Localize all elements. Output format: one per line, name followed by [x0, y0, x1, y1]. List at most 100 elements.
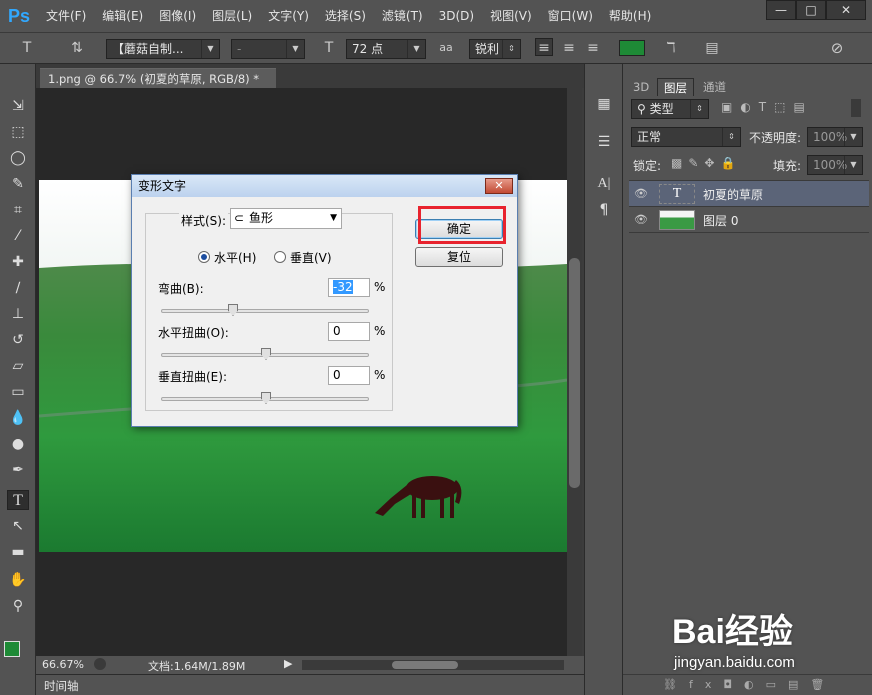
type-tool-icon[interactable]: T	[18, 39, 36, 57]
font-style-select[interactable]: - ▼	[231, 39, 305, 59]
lock-icons[interactable]: ▩✎✥🔒	[671, 156, 741, 170]
status-menu-icon[interactable]	[94, 658, 106, 670]
vertical-label[interactable]: 垂直(V)	[290, 249, 332, 266]
path-select-tool-icon[interactable]: ↖	[7, 516, 29, 536]
timeline-label[interactable]: 时间轴	[44, 678, 79, 694]
text-color-swatch[interactable]	[619, 40, 645, 56]
dodge-tool-icon[interactable]: ●	[7, 434, 29, 454]
layer-filter-select[interactable]: ⚲ 类型 ⇕	[631, 99, 709, 119]
gradient-tool-icon[interactable]: ▭	[7, 382, 29, 402]
horizontal-label[interactable]: 水平(H)	[214, 249, 256, 266]
bend-slider[interactable]	[161, 304, 369, 316]
vertical-distortion-input[interactable]: 0	[328, 366, 370, 385]
vertical-distortion-thumb[interactable]	[261, 392, 271, 404]
menu-item[interactable]: 编辑(E)	[94, 0, 151, 32]
eye-icon[interactable]: 👁	[633, 213, 649, 227]
layer-row[interactable]: 👁 T 初夏的草原	[629, 181, 869, 207]
photoshop-logo: Ps	[7, 5, 31, 26]
pen-tool-icon[interactable]: ✒	[7, 460, 29, 480]
baidu-watermark: Bai经验 jingyan.baidu.com	[672, 600, 868, 690]
eraser-tool-icon[interactable]: ▱	[7, 356, 29, 376]
dialog-title[interactable]: 变形文字	[132, 175, 517, 197]
filter-toggle[interactable]	[851, 99, 861, 117]
foreground-color-swatch[interactable]	[4, 641, 20, 657]
align-right-icon[interactable]: ≡	[584, 39, 602, 57]
blur-tool-icon[interactable]: 💧	[7, 408, 29, 428]
hand-tool-icon[interactable]: ✋	[7, 570, 29, 590]
horizontal-scroll-thumb[interactable]	[392, 661, 458, 669]
bend-slider-thumb[interactable]	[228, 304, 238, 316]
vertical-distortion-slider[interactable]	[161, 392, 369, 404]
menu-item[interactable]: 视图(V)	[482, 0, 540, 32]
layer-name[interactable]: 图层 0	[703, 212, 738, 229]
orientation-toggle-icon[interactable]: ⇅	[68, 39, 86, 57]
blend-mode-select[interactable]: 正常 ⇕	[631, 127, 741, 147]
tab-layers[interactable]: 图层	[657, 78, 694, 96]
type-tool-icon[interactable]: T	[7, 490, 29, 510]
minimize-button[interactable]: —	[766, 0, 796, 20]
stamp-tool-icon[interactable]: ⊥	[7, 304, 29, 324]
vertical-scrollbar[interactable]	[567, 88, 582, 656]
character-panel-icon[interactable]: ▤	[703, 39, 721, 57]
menu-item[interactable]: 窗口(W)	[540, 0, 601, 32]
vertical-scroll-thumb[interactable]	[569, 258, 580, 488]
filter-icons[interactable]: ▣◐T⬚▤	[721, 100, 813, 114]
dialog-close-icon[interactable]: ✕	[485, 178, 513, 194]
opacity-input[interactable]: 100% ▼	[807, 127, 863, 147]
zoom-level[interactable]: 66.67%	[42, 658, 84, 671]
menu-item[interactable]: 文字(Y)	[260, 0, 317, 32]
history-brush-tool-icon[interactable]: ↺	[7, 330, 29, 350]
quick-select-tool-icon[interactable]: ✎	[7, 174, 29, 194]
align-left-icon[interactable]: ≡	[535, 38, 553, 56]
menu-item[interactable]: 图像(I)	[151, 0, 204, 32]
align-center-icon[interactable]: ≡	[560, 39, 578, 57]
move-tool-icon[interactable]: ⇲	[7, 96, 29, 116]
history-icon[interactable]: ☰	[593, 132, 615, 152]
menu-item[interactable]: 3D(D)	[431, 0, 482, 32]
menu-item[interactable]: 选择(S)	[317, 0, 374, 32]
horizontal-distortion-thumb[interactable]	[261, 348, 271, 360]
swatches-icon[interactable]: ▦	[593, 94, 615, 114]
healing-tool-icon[interactable]: ✚	[7, 252, 29, 272]
marquee-tool-icon[interactable]: ⬚	[7, 122, 29, 142]
eye-icon[interactable]: 👁	[633, 187, 649, 201]
shape-tool-icon[interactable]: ▬	[7, 542, 29, 562]
fill-input[interactable]: 100% ▼	[807, 155, 863, 175]
text-layer-thumbnail: T	[659, 184, 695, 204]
reset-button[interactable]: 复位	[415, 247, 503, 267]
brush-tool-icon[interactable]: ∕	[7, 278, 29, 298]
layer-name[interactable]: 初夏的草原	[703, 186, 763, 203]
cancel-icon[interactable]: ⊘	[828, 39, 846, 57]
menu-item[interactable]: 帮助(H)	[601, 0, 659, 32]
vertical-radio[interactable]	[274, 251, 286, 263]
document-tab[interactable]: 1.png @ 66.7% (初夏的草原, RGB/8) *	[40, 68, 276, 88]
horizontal-scrollbar[interactable]	[302, 660, 564, 670]
horizontal-distortion-percent: %	[374, 324, 386, 338]
horizontal-radio[interactable]	[198, 251, 210, 263]
crop-tool-icon[interactable]: ⌗	[7, 200, 29, 220]
font-size-select[interactable]: 72 点 ▼	[346, 39, 426, 59]
close-window-button[interactable]: ✕	[826, 0, 866, 20]
style-select[interactable]: ⊂ 鱼形 ▼	[230, 208, 342, 229]
horizontal-distortion-input[interactable]: 0	[328, 322, 370, 341]
lasso-tool-icon[interactable]: ◯	[7, 148, 29, 168]
menu-item[interactable]: 文件(F)	[38, 0, 94, 32]
status-arrow-icon[interactable]: ▶	[284, 657, 292, 670]
paragraph-icon[interactable]: ¶	[593, 200, 615, 220]
eyedropper-tool-icon[interactable]: ⁄	[7, 226, 29, 246]
tab-channels[interactable]: 通道	[697, 78, 732, 96]
character-icon[interactable]: A|	[593, 174, 615, 194]
font-family-select[interactable]: 【蘑菇自制... ▼	[106, 39, 220, 59]
watermark-url: jingyan.baidu.com	[674, 654, 795, 671]
horizontal-distortion-slider[interactable]	[161, 348, 369, 360]
menu-item[interactable]: 滤镜(T)	[374, 0, 431, 32]
bend-input[interactable]: -32	[328, 278, 370, 297]
restore-button[interactable]: □	[796, 0, 826, 20]
antialias-select[interactable]: 锐利 ⇕	[469, 39, 521, 59]
menu-item[interactable]: 图层(L)	[204, 0, 260, 32]
bend-label: 弯曲(B):	[158, 282, 204, 296]
layer-row[interactable]: 👁 图层 0	[629, 207, 869, 233]
tab-3d[interactable]: 3D	[627, 78, 655, 96]
zoom-tool-icon[interactable]: ⚲	[7, 596, 29, 616]
warp-text-icon[interactable]: ℸ	[662, 39, 680, 57]
